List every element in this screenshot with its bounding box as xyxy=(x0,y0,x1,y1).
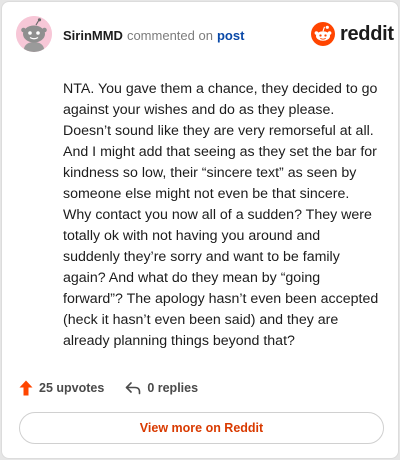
upvote-count: 25 upvotes xyxy=(39,381,105,395)
reply-count: 0 replies xyxy=(147,381,199,395)
reddit-logo[interactable]: reddit xyxy=(311,22,394,46)
upvote-button[interactable]: 25 upvotes xyxy=(19,380,104,396)
post-link[interactable]: post xyxy=(217,28,244,43)
username[interactable]: SirinMMD xyxy=(63,28,123,43)
snoo-avatar-icon xyxy=(16,16,52,52)
reply-arrow-icon xyxy=(126,382,141,395)
comment-body: NTA. You gave them a chance, they decide… xyxy=(63,81,379,349)
reddit-alien-icon xyxy=(311,22,335,46)
reddit-wordmark: reddit xyxy=(340,23,394,45)
user-avatar[interactable] xyxy=(16,16,52,52)
comment-header: SirinMMD commented on post xyxy=(63,28,244,44)
upvote-arrow-icon xyxy=(19,380,33,396)
view-more-button[interactable]: View more on Reddit xyxy=(19,412,384,444)
comment-embed-card: SirinMMD commented on post reddit NTA. You… xyxy=(1,1,399,459)
replies-button[interactable]: 0 replies xyxy=(125,381,198,395)
comment-actions: 25 upvotes 0 replies xyxy=(19,379,198,397)
action-text: commented on xyxy=(126,28,213,43)
